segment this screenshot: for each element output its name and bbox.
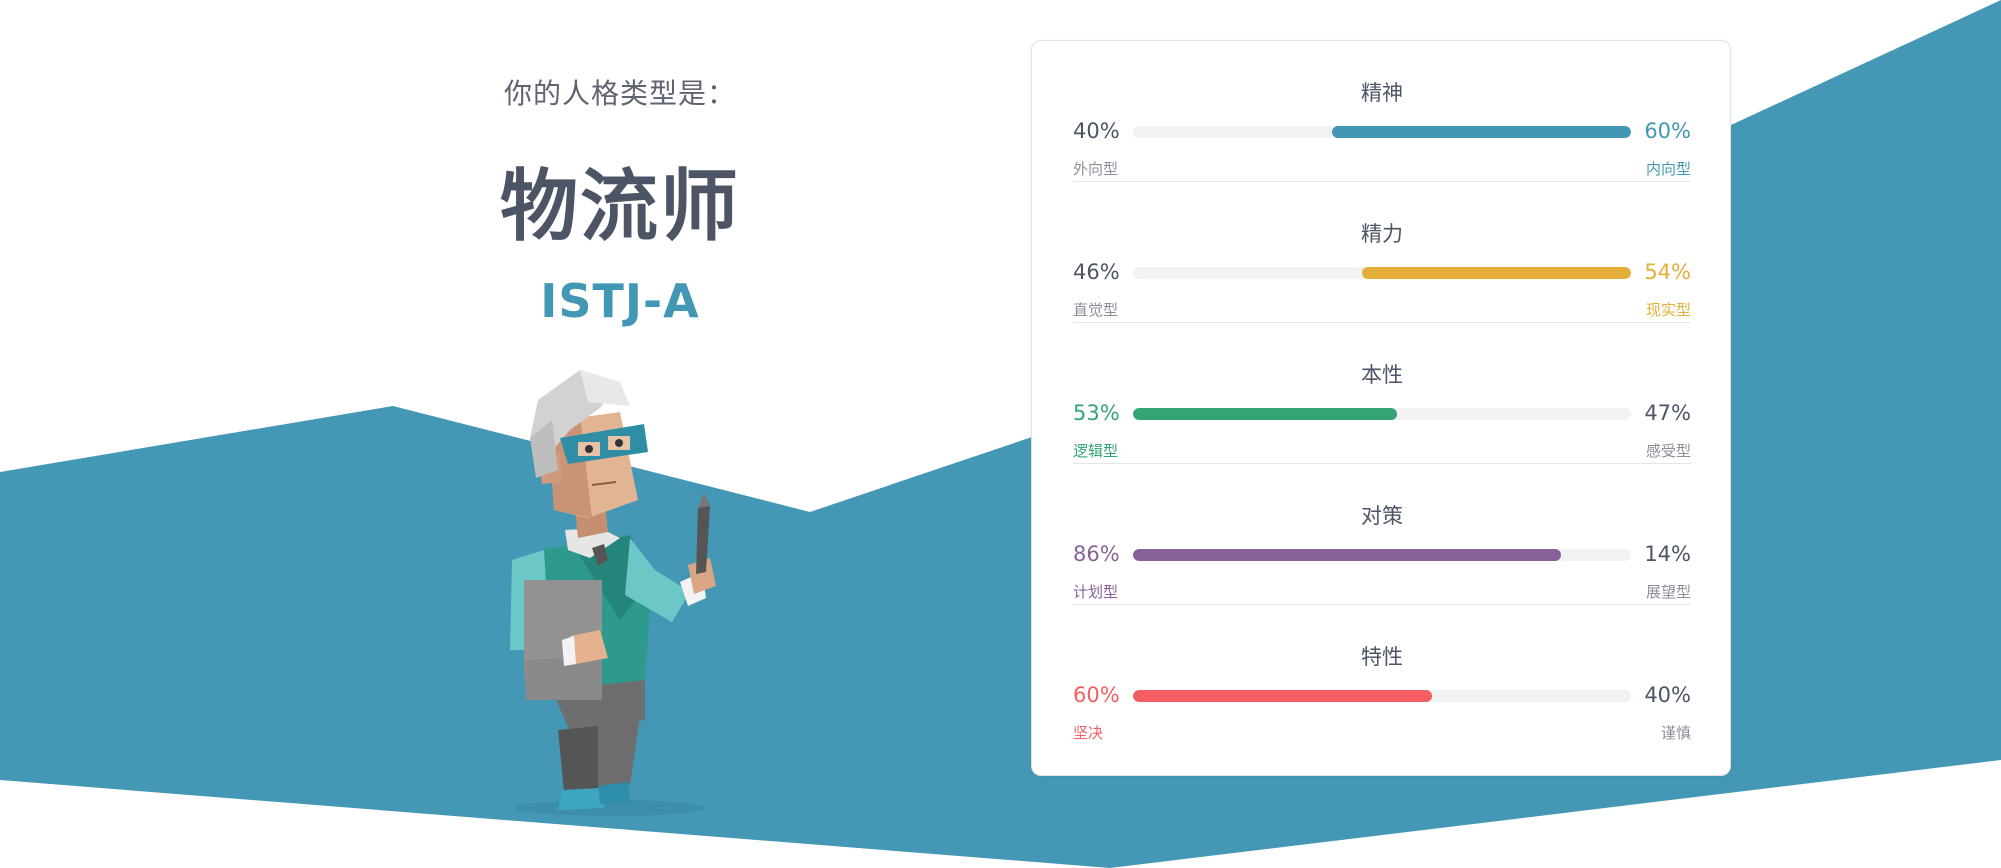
trait-left-percent: 60% [1073, 683, 1120, 707]
trait-breakdown-card: 精神 40% 60% 外向型 内向型精力 46% 54% 直觉型 现实型本性 53% 47% 逻辑型 感… [1031, 40, 1731, 776]
result-prompt: 你的人格类型是： [503, 77, 736, 110]
trait-row-2: 精力 46% 54% 直觉型 现实型 [1073, 182, 1691, 323]
trait-bar-fill [1133, 690, 1432, 702]
trait-bar-fill [1133, 408, 1397, 420]
trait-title: 本性 [1361, 363, 1403, 387]
result-page: 你的人格类型是： 物流师 ISTJ-A 精神 40% 60% 外向型 内向型 精… [0, 0, 2001, 868]
trait-title: 特性 [1361, 645, 1403, 669]
trait-title: 精力 [1361, 222, 1403, 246]
trait-left-label: 直觉型 [1073, 301, 1119, 319]
trait-right-label: 感受型 [1645, 442, 1691, 460]
trait-right-percent: 60% [1644, 119, 1691, 143]
trait-right-percent: 47% [1644, 401, 1691, 425]
trait-left-label: 坚决 [1073, 724, 1104, 742]
trait-row-1: 精神 40% 60% 外向型 内向型 [1073, 41, 1691, 182]
trait-bar-track [1133, 408, 1631, 420]
trait-right-percent: 40% [1644, 683, 1691, 707]
trait-right-percent: 14% [1644, 542, 1691, 566]
trait-bar-track [1133, 267, 1631, 279]
trait-left-label: 逻辑型 [1073, 442, 1119, 460]
trait-row-5: 特性 60% 40% 坚决 谨慎 [1073, 605, 1691, 746]
trait-left-label: 计划型 [1073, 583, 1119, 601]
trait-right-percent: 54% [1644, 260, 1691, 284]
trait-left-label: 外向型 [1073, 160, 1119, 178]
trait-title: 对策 [1361, 504, 1403, 528]
trait-left-percent: 40% [1073, 119, 1120, 143]
trait-left-percent: 46% [1073, 260, 1120, 284]
trait-bar-track [1133, 690, 1631, 702]
trait-row-3: 本性 53% 47% 逻辑型 感受型 [1073, 323, 1691, 464]
trait-left-percent: 86% [1073, 542, 1120, 566]
logistician-character-illustration [510, 370, 716, 816]
trait-right-label: 内向型 [1645, 160, 1691, 178]
trait-bar-track [1133, 126, 1631, 138]
trait-row-4: 对策 86% 14% 计划型 展望型 [1073, 464, 1691, 605]
trait-bar-track [1133, 549, 1631, 561]
personality-result: 你的人格类型是： 物流师 ISTJ-A [420, 60, 820, 328]
trait-bar-fill [1332, 126, 1631, 138]
trait-right-label: 展望型 [1645, 583, 1691, 601]
personality-type-name: 物流师 [499, 162, 740, 252]
trait-right-label: 谨慎 [1660, 724, 1691, 742]
personality-type-code: ISTJ-A [540, 274, 700, 328]
trait-bar-fill [1133, 549, 1562, 561]
trait-title: 精神 [1361, 81, 1403, 105]
trait-right-label: 现实型 [1645, 301, 1691, 319]
trait-left-percent: 53% [1073, 401, 1120, 425]
trait-bar-fill [1362, 267, 1631, 279]
